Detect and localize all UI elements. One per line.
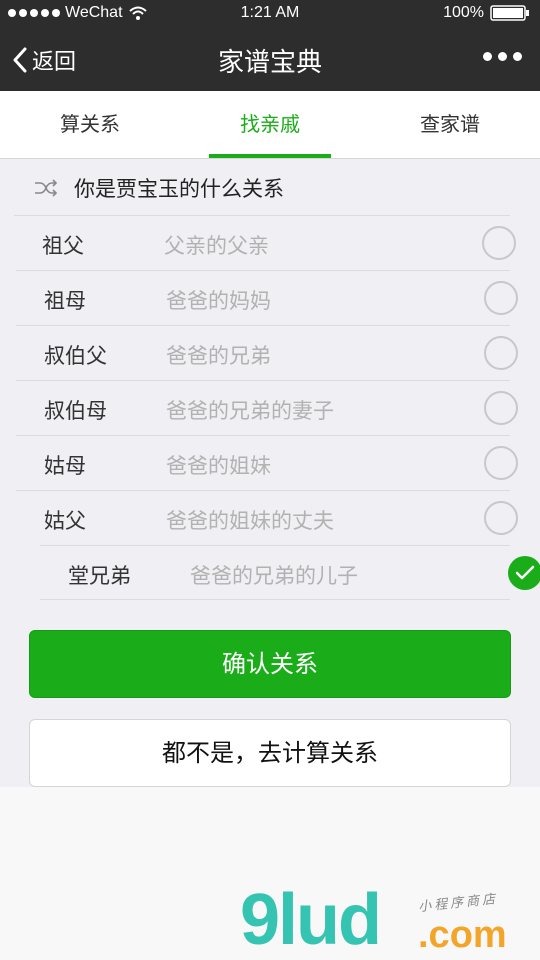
list-item[interactable]: 姑母 爸爸的姐妹: [16, 435, 518, 490]
relation-desc: 爸爸的姐妹的丈夫: [166, 509, 334, 533]
radio-button[interactable]: [482, 226, 516, 260]
calculate-relation-button[interactable]: 都不是，去计算关系: [29, 719, 511, 787]
question-text: 你是贾宝玉的什么关系: [74, 176, 284, 201]
list-item[interactable]: 叔伯父 爸爸的兄弟: [16, 325, 518, 380]
radio-button[interactable]: [484, 336, 518, 370]
more-icon[interactable]: [483, 52, 522, 61]
tab-family-tree[interactable]: 查家谱: [360, 91, 540, 158]
watermark-logo: 9lud 小程序商店 .com: [240, 880, 540, 960]
relation-term: 叔伯父: [44, 344, 107, 368]
page-title: 家谱宝典: [217, 48, 322, 78]
relation-desc: 爸爸的兄弟的儿子: [190, 564, 358, 588]
relation-term: 祖父: [42, 234, 84, 258]
question-row: 你是贾宝玉的什么关系: [0, 160, 540, 215]
battery-percent: 100%: [443, 4, 484, 21]
confirm-relation-button[interactable]: 确认关系: [29, 630, 511, 698]
list-item[interactable]: 祖母 爸爸的妈妈: [16, 270, 518, 325]
shuffle-icon[interactable]: [34, 178, 58, 197]
relation-list: 祖父 父亲的父亲 祖母 爸爸的妈妈 叔伯父 爸爸的兄弟 叔伯母 爸爸的兄弟的妻子…: [0, 215, 540, 600]
radio-button[interactable]: [484, 501, 518, 535]
nav-bar: 返回 家谱宝典: [0, 28, 540, 91]
tab-bar: 算关系 找亲戚 查家谱: [0, 91, 540, 159]
relation-term: 姑母: [44, 454, 86, 478]
list-item[interactable]: 叔伯母 爸爸的兄弟的妻子: [16, 380, 518, 435]
relation-desc: 爸爸的兄弟的妻子: [166, 399, 334, 423]
status-bar: WeChat 1:21 AM 100%: [0, 0, 540, 28]
relation-term: 姑父: [44, 509, 86, 533]
relation-desc: 父亲的父亲: [164, 234, 269, 258]
relation-term: 祖母: [44, 289, 86, 313]
radio-button[interactable]: [484, 391, 518, 425]
list-item[interactable]: 姑父 爸爸的姐妹的丈夫: [16, 490, 518, 545]
relation-desc: 爸爸的兄弟: [166, 344, 271, 368]
battery-icon: [490, 5, 529, 21]
radio-button-checked[interactable]: [508, 556, 540, 590]
list-item[interactable]: 祖父 父亲的父亲: [14, 215, 516, 270]
watermark-main: 9lud: [240, 880, 382, 960]
relation-term: 叔伯母: [44, 399, 107, 423]
relation-desc: 爸爸的姐妹: [166, 454, 271, 478]
relation-desc: 爸爸的妈妈: [166, 289, 271, 313]
radio-button[interactable]: [484, 281, 518, 315]
relation-term: 堂兄弟: [68, 564, 131, 588]
watermark-domain: .com: [418, 914, 507, 956]
radio-button[interactable]: [484, 446, 518, 480]
tab-find-relatives[interactable]: 找亲戚: [180, 91, 360, 158]
list-item[interactable]: 堂兄弟 爸爸的兄弟的儿子: [40, 545, 540, 600]
status-right: 100%: [443, 4, 530, 22]
checkmark-icon: [515, 565, 535, 580]
tab-calculate-relation[interactable]: 算关系: [0, 91, 180, 158]
